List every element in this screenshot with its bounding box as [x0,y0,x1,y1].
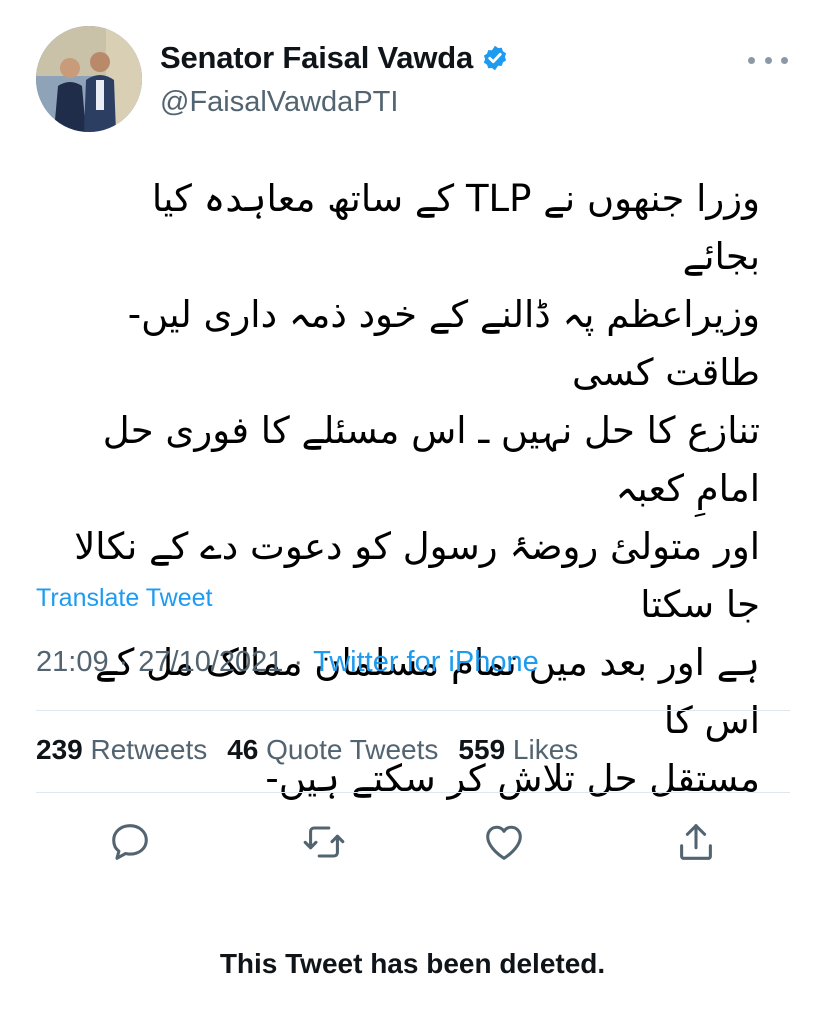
tweet-header: Senator Faisal Vawda @FaisalVawdaPTI [36,26,796,136]
likes-stat[interactable]: 559 Likes [458,734,578,766]
quote-tweets-count: 46 [227,734,259,765]
like-button[interactable] [474,812,534,872]
action-bar [36,812,790,872]
user-handle[interactable]: @FaisalVawdaPTI [160,86,398,119]
reply-button[interactable] [100,812,160,872]
tweet-time: 21:09 [36,646,109,678]
divider [36,710,790,711]
tweet-source-link[interactable]: Twitter for iPhone [313,646,539,679]
divider [36,792,790,793]
share-icon [680,824,712,860]
retweet-icon [303,826,345,858]
name-row: Senator Faisal Vawda [160,40,509,76]
meta-separator: · [118,646,129,678]
display-name[interactable]: Senator Faisal Vawda [160,40,473,76]
deleted-notice: This Tweet has been deleted. [219,948,606,979]
tweet-meta: 21:09 · 27/10/2021 · Twitter for iPhone [36,646,539,679]
tweet-date: 27/10/2021 [138,646,284,678]
quote-tweets-stat[interactable]: 46 Quote Tweets [227,734,438,766]
more-dot [781,56,788,64]
retweets-label: Retweets [90,734,208,765]
like-icon [486,825,522,860]
retweets-count: 239 [36,734,83,765]
tweet-text: وزرا جنھوں نے TLP کے ساتھ معاہدہ کیا بجا… [74,177,760,800]
more-dot [748,56,755,64]
reply-icon [112,824,148,860]
avatar-photo [36,26,142,132]
likes-count: 559 [458,734,506,765]
more-options-icon[interactable] [748,50,788,70]
meta-separator: · [293,646,304,678]
engagement-stats: 239 Retweets 46 Quote Tweets 559 Likes [36,734,578,766]
avatar[interactable] [36,26,142,132]
translate-tweet-link[interactable]: Translate Tweet [36,584,212,613]
likes-label: Likes [512,734,579,765]
retweets-stat[interactable]: 239 Retweets [36,734,207,766]
retweet-button[interactable] [294,812,354,872]
verified-badge-icon [483,45,507,71]
share-button[interactable] [666,812,726,872]
quote-tweets-label: Quote Tweets [266,734,439,765]
more-dot [764,56,772,64]
